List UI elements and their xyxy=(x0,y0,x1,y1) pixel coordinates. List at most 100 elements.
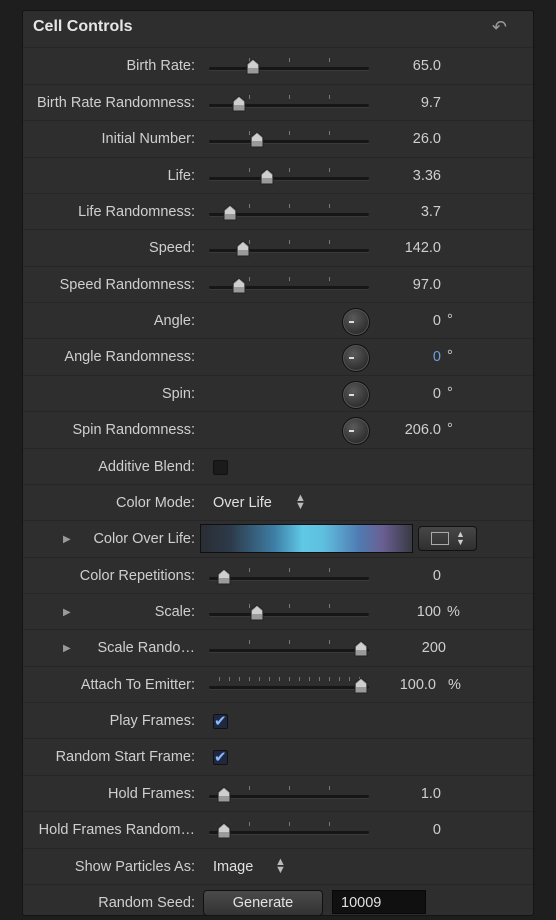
speed-randomness-label: Speed Randomness: xyxy=(59,277,195,293)
slider-ticks xyxy=(209,822,369,826)
angle-randomness-dial[interactable] xyxy=(342,344,370,372)
slider-thumb[interactable] xyxy=(250,604,264,621)
color-mode-popup[interactable]: Over Life ▲ ▼ xyxy=(213,493,306,512)
scale-value[interactable]: 100 xyxy=(417,604,441,620)
attach-to-emitter-value[interactable]: 100.0 xyxy=(400,677,436,693)
play-frames-label: Play Frames: xyxy=(109,713,195,729)
hold-frames-randomness-slider[interactable] xyxy=(209,820,369,839)
life-randomness-slider[interactable] xyxy=(209,202,369,221)
speed-randomness-value[interactable]: 97.0 xyxy=(413,277,441,293)
initial-number-slider[interactable] xyxy=(209,129,369,148)
scale-randomness-value[interactable]: 200 xyxy=(422,640,446,656)
initial-number-label: Initial Number: xyxy=(101,131,195,147)
slider-track[interactable] xyxy=(209,177,369,180)
speed-randomness-slider[interactable] xyxy=(209,275,369,294)
slider-track[interactable] xyxy=(209,686,369,689)
slider-thumb[interactable] xyxy=(250,131,264,148)
birth-rate-randomness-value[interactable]: 9.7 xyxy=(421,95,441,111)
birth-rate-value[interactable]: 65.0 xyxy=(413,58,441,74)
slider-thumb[interactable] xyxy=(246,58,260,75)
show-particles-as-popup[interactable]: Image ▲ ▼ xyxy=(213,857,286,876)
attach-to-emitter-unit: % xyxy=(448,677,461,693)
random-start-frame-checkbox[interactable] xyxy=(213,748,228,766)
slider-track[interactable] xyxy=(209,140,369,143)
hold-frames-slider[interactable] xyxy=(209,784,369,803)
initial-number-value[interactable]: 26.0 xyxy=(413,131,441,147)
slider-thumb[interactable] xyxy=(260,168,274,185)
birth-rate-label: Birth Rate: xyxy=(126,58,196,74)
additive-blend-checkbox[interactable] xyxy=(213,460,228,475)
gradient-preset-button[interactable]: ▲ ▼ xyxy=(418,526,477,551)
spin-randomness-value[interactable]: 206.0 xyxy=(405,422,441,438)
spin-dial[interactable] xyxy=(342,381,370,409)
color-repetitions-value[interactable]: 0 xyxy=(433,568,441,584)
row-show-particles-as: Show Particles As: Image ▲ ▼ xyxy=(23,848,533,885)
slider-thumb[interactable] xyxy=(217,822,231,839)
color-gradient-editor[interactable] xyxy=(200,524,413,553)
slider-thumb[interactable] xyxy=(232,95,246,112)
slider-track[interactable] xyxy=(209,67,369,70)
hold-frames-value[interactable]: 1.0 xyxy=(421,786,441,802)
slider-thumb[interactable] xyxy=(236,240,250,257)
life-value[interactable]: 3.36 xyxy=(413,168,441,184)
slider-ticks xyxy=(209,131,369,135)
angle-label: Angle: xyxy=(153,313,195,329)
slider-ticks xyxy=(209,604,369,608)
life-randomness-value[interactable]: 3.7 xyxy=(421,204,441,220)
scale-label: Scale: xyxy=(154,604,195,620)
angle-randomness-unit: ° xyxy=(447,348,453,364)
row-life-randomness: Life Randomness: 3.7 xyxy=(23,193,533,230)
random-seed-field[interactable]: 10009 xyxy=(332,890,426,914)
speed-slider[interactable] xyxy=(209,238,369,257)
gradient-preset-icon xyxy=(431,532,449,545)
row-spin-randomness: Spin Randomness: 206.0 ° xyxy=(23,411,533,448)
hold-frames-randomness-value[interactable]: 0 xyxy=(433,822,441,838)
angle-dial[interactable] xyxy=(342,308,370,336)
disclosure-triangle-icon[interactable]: ▶ xyxy=(63,534,71,545)
slider-thumb[interactable] xyxy=(217,786,231,803)
attach-to-emitter-slider[interactable] xyxy=(209,675,369,694)
life-label: Life: xyxy=(167,168,195,184)
row-color-mode: Color Mode: Over Life ▲ ▼ xyxy=(23,484,533,521)
speed-value[interactable]: 142.0 xyxy=(405,240,441,256)
disclosure-triangle-icon[interactable]: ▶ xyxy=(63,607,71,618)
slider-track[interactable] xyxy=(209,649,369,652)
spin-randomness-dial[interactable] xyxy=(342,417,370,445)
scale-randomness-slider[interactable] xyxy=(209,638,369,657)
disclosure-triangle-icon[interactable]: ▶ xyxy=(63,643,71,654)
row-angle-randomness: Angle Randomness: 0 ° xyxy=(23,338,533,375)
slider-ticks xyxy=(209,640,369,644)
scale-slider[interactable] xyxy=(209,602,369,621)
row-color-over-life: ▶ Color Over Life: ▲ ▼ xyxy=(23,520,533,557)
slider-ticks xyxy=(209,168,369,172)
spin-unit: ° xyxy=(447,385,453,401)
slider-track[interactable] xyxy=(209,831,369,834)
slider-thumb[interactable] xyxy=(354,677,368,694)
slider-thumb[interactable] xyxy=(223,204,237,221)
row-speed-randomness: Speed Randomness: 97.0 xyxy=(23,266,533,303)
slider-ticks xyxy=(209,568,369,572)
slider-track[interactable] xyxy=(209,613,369,616)
birth-rate-randomness-slider[interactable] xyxy=(209,93,369,112)
angle-randomness-value[interactable]: 0 xyxy=(433,349,441,365)
row-spin: Spin: 0 ° xyxy=(23,375,533,412)
slider-thumb[interactable] xyxy=(232,277,246,294)
generate-button[interactable]: Generate xyxy=(203,890,323,915)
angle-value[interactable]: 0 xyxy=(433,313,441,329)
slider-thumb[interactable] xyxy=(354,640,368,657)
attach-to-emitter-label: Attach To Emitter: xyxy=(80,677,195,693)
birth-rate-slider[interactable] xyxy=(209,56,369,75)
slider-track[interactable] xyxy=(209,249,369,252)
slider-track[interactable] xyxy=(209,795,369,798)
color-repetitions-slider[interactable] xyxy=(209,566,369,585)
slider-ticks xyxy=(209,240,369,244)
reset-icon[interactable]: ↶ xyxy=(492,17,507,38)
row-birth-rate-randomness: Birth Rate Randomness: 9.7 xyxy=(23,84,533,121)
popup-arrows-icon: ▲ ▼ xyxy=(295,492,306,512)
row-additive-blend: Additive Blend: xyxy=(23,448,533,485)
play-frames-checkbox[interactable] xyxy=(213,712,228,730)
life-slider[interactable] xyxy=(209,166,369,185)
slider-thumb[interactable] xyxy=(217,568,231,585)
spin-value[interactable]: 0 xyxy=(433,386,441,402)
slider-track[interactable] xyxy=(209,577,369,580)
